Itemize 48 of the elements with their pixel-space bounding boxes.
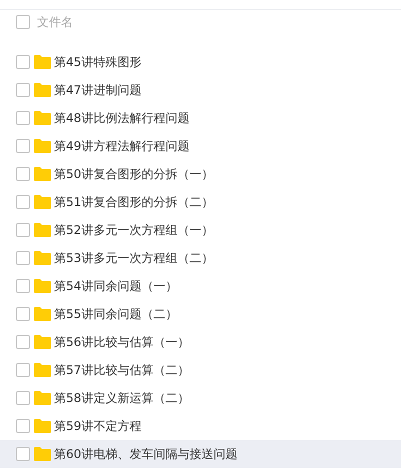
checkbox[interactable] [16,139,30,153]
folder-icon [34,307,51,321]
folder-icon [34,251,51,265]
file-name[interactable]: 第47讲进制问题 [54,82,142,98]
checkbox[interactable] [16,111,30,125]
checkbox[interactable] [16,251,30,265]
file-name[interactable]: 第48讲比例法解行程问题 [54,110,190,126]
folder-icon [34,279,51,293]
checkbox[interactable] [16,195,30,209]
folder-icon [34,83,51,97]
checkbox[interactable] [16,391,30,405]
folder-icon [34,363,51,377]
file-name[interactable]: 第60讲电梯、发车间隔与接送问题 [54,446,238,462]
checkbox[interactable] [16,279,30,293]
folder-icon [34,447,51,461]
folder-icon [34,419,51,433]
folder-icon [34,223,51,237]
folder-icon [34,391,51,405]
file-row[interactable]: 第60讲电梯、发车间隔与接送问题 [0,440,401,468]
file-name[interactable]: 第51讲复合图形的分拆（二） [54,194,214,210]
file-name[interactable]: 第57讲比较与估算（二） [54,362,190,378]
file-name[interactable]: 第45讲特殊图形 [54,54,142,70]
folder-icon [34,139,51,153]
folder-icon [34,195,51,209]
checkbox[interactable] [16,15,30,29]
file-name[interactable]: 第50讲复合图形的分拆（一） [54,166,214,182]
file-name[interactable]: 第58讲定义新运算（二） [54,390,190,406]
file-name[interactable]: 第56讲比较与估算（一） [54,334,190,350]
checkbox[interactable] [16,335,30,349]
folder-icon [34,335,51,349]
file-name[interactable]: 第52讲多元一次方程组（一） [54,222,214,238]
checkbox[interactable] [16,307,30,321]
file-name[interactable]: 第49讲方程法解行程问题 [54,138,190,154]
file-name[interactable]: 第59讲不定方程 [54,418,142,434]
checkbox[interactable] [16,363,30,377]
file-name[interactable]: 第55讲同余问题（二） [54,306,178,322]
checkbox[interactable] [16,223,30,237]
file-name[interactable]: 第54讲同余问题（一） [54,278,178,294]
checkbox[interactable] [16,167,30,181]
checkbox[interactable] [16,55,30,69]
column-header: 文件名 [37,14,73,30]
checkbox[interactable] [16,419,30,433]
checkbox[interactable] [16,447,30,461]
file-name[interactable]: 第53讲多元一次方程组（二） [54,250,214,266]
folder-icon [34,111,51,125]
checkbox[interactable] [16,83,30,97]
folder-icon [34,55,51,69]
folder-icon [34,167,51,181]
